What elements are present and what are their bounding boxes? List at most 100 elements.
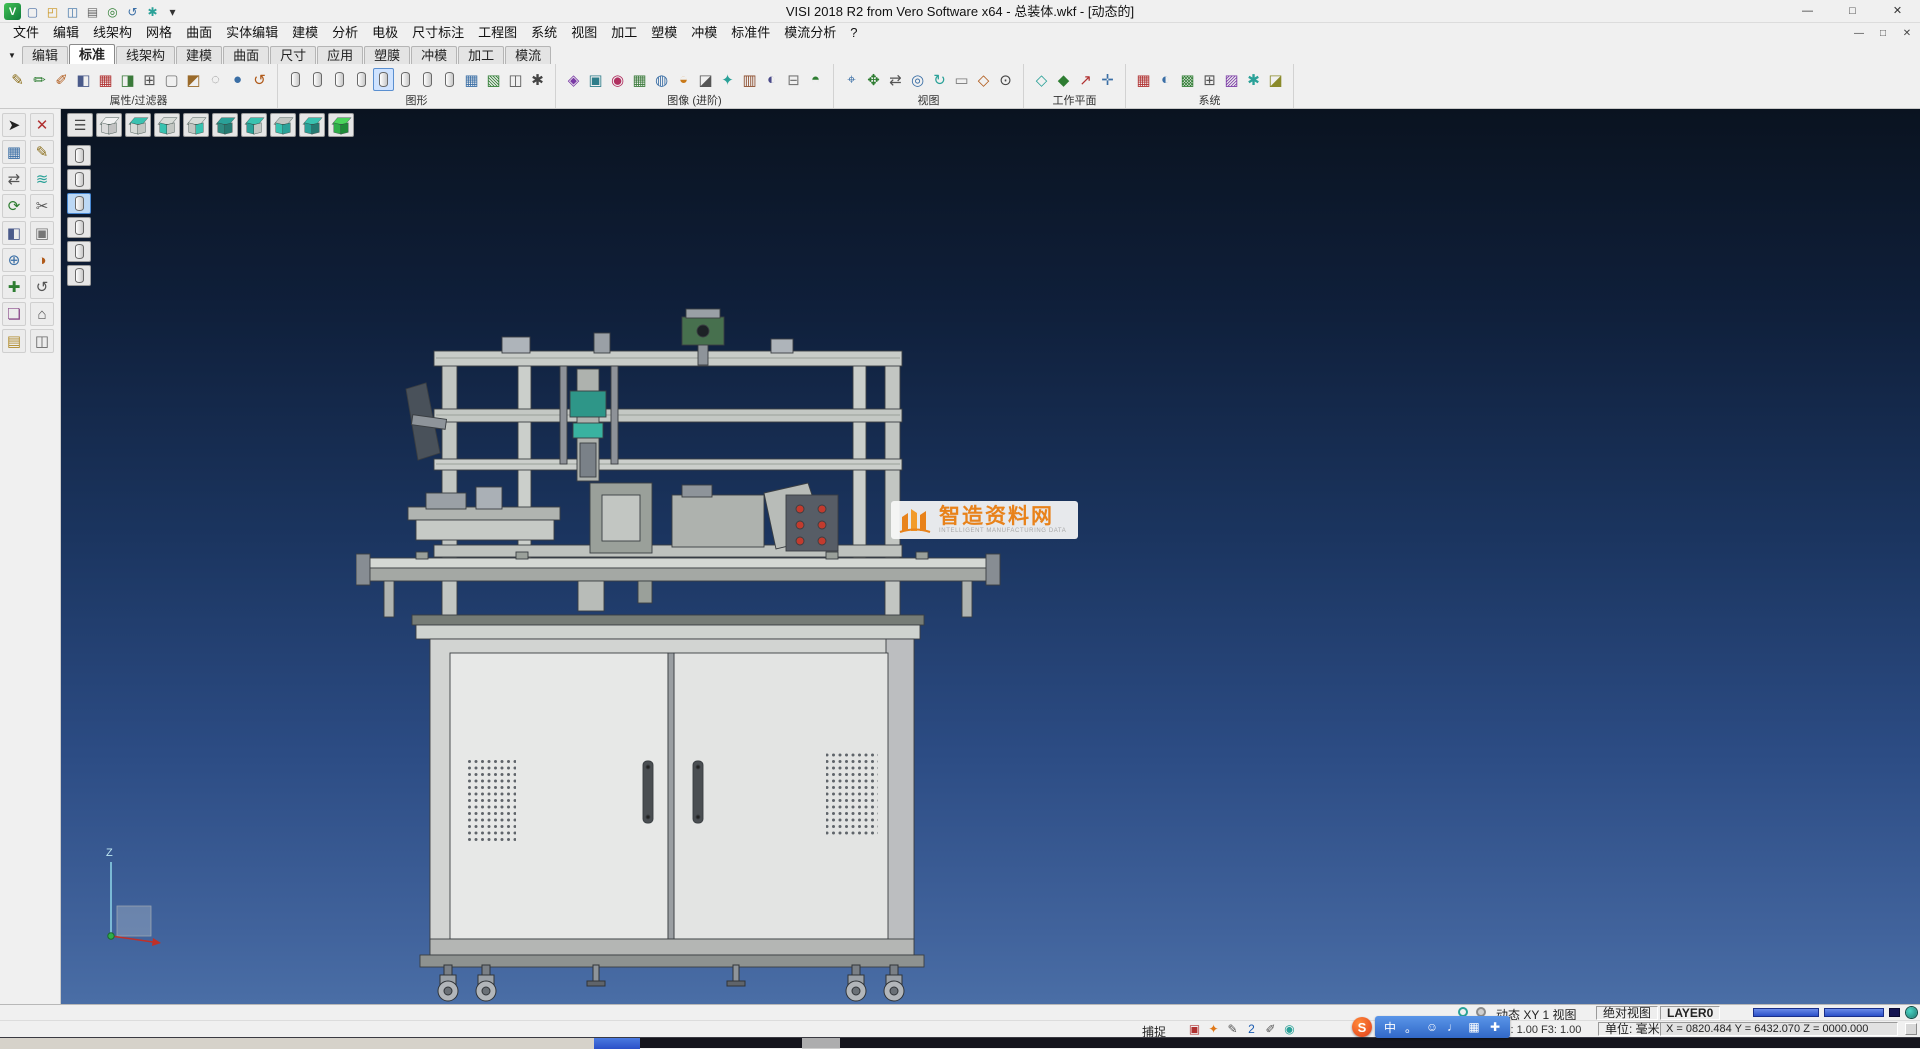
background-icon[interactable]: ◒: [673, 68, 694, 91]
display-transparent-icon[interactable]: [67, 241, 91, 262]
view-cube-back-icon[interactable]: [212, 113, 238, 137]
status-sync-icon[interactable]: [1906, 1007, 1917, 1018]
view-cube-left-icon[interactable]: [241, 113, 267, 137]
select-tool-icon[interactable]: ➤: [2, 113, 26, 137]
measure-tool-icon[interactable]: ◑: [30, 248, 54, 272]
status-pen-icon[interactable]: ✐: [1262, 1021, 1279, 1037]
minimize-button[interactable]: —: [1785, 0, 1830, 23]
redraw-icon[interactable]: ⊙: [995, 68, 1016, 91]
view-cube-shaded-icon[interactable]: [328, 113, 354, 137]
view-cube-front-icon[interactable]: [154, 113, 180, 137]
taskbar-app-fragment[interactable]: [594, 1038, 640, 1049]
zoom-previous-icon[interactable]: ◎: [907, 68, 928, 91]
select-all-icon[interactable]: ▢: [161, 68, 182, 91]
shaded-box-icon[interactable]: ▧: [483, 68, 504, 91]
tab-尺寸[interactable]: 尺寸: [270, 46, 316, 64]
wave-tool-icon[interactable]: ≋: [30, 167, 54, 191]
layer-color-bar-2[interactable]: [1824, 1008, 1884, 1017]
absolute-view-indicator[interactable]: 绝对视图: [1596, 1006, 1658, 1020]
layer-manager-icon[interactable]: ◧: [73, 68, 94, 91]
properties-tool-icon[interactable]: ◫: [30, 329, 54, 353]
advanced-render-icon[interactable]: ◈: [563, 68, 584, 91]
view-orientation-icon[interactable]: ◇: [973, 68, 994, 91]
ime-toolbox-icon[interactable]: ✚: [1486, 1016, 1504, 1038]
zoom-window-icon[interactable]: ▦: [2, 140, 26, 164]
menu-塑模[interactable]: 塑模: [644, 23, 684, 43]
tab-建模[interactable]: 建模: [176, 46, 222, 64]
units-indicator[interactable]: 单位: 毫米: [1598, 1022, 1667, 1036]
mirror-tool-icon[interactable]: ◧: [2, 221, 26, 245]
display-shaded-edges-icon[interactable]: [67, 217, 91, 238]
status-flame-icon[interactable]: ✦: [1205, 1021, 1222, 1037]
shade-mode-active-icon[interactable]: [373, 68, 394, 91]
menu-实体编辑[interactable]: 实体编辑: [219, 23, 285, 43]
hidden-line-box-icon[interactable]: ◫: [505, 68, 526, 91]
zoom-all-icon[interactable]: ⌖: [841, 68, 862, 91]
menu-系统[interactable]: 系统: [524, 23, 564, 43]
tab-应用[interactable]: 应用: [317, 46, 363, 64]
menu-编辑[interactable]: 编辑: [46, 23, 86, 43]
view-cube-top-icon[interactable]: [125, 113, 151, 137]
system-grid-icon[interactable]: ▦: [1133, 68, 1154, 91]
render-settings-icon[interactable]: ✱: [527, 68, 548, 91]
lighting-icon[interactable]: ▦: [629, 68, 650, 91]
shade-mode-1-icon[interactable]: [285, 68, 306, 91]
point-tool-icon[interactable]: ✚: [2, 275, 26, 299]
workplane-align-icon[interactable]: ◆: [1053, 68, 1074, 91]
system-options-icon[interactable]: ▨: [1221, 68, 1242, 91]
pan-view-icon[interactable]: ▭: [951, 68, 972, 91]
snapshot-icon[interactable]: ◓: [805, 68, 826, 91]
curvature-icon[interactable]: ◐: [761, 68, 782, 91]
menu-模流分析[interactable]: 模流分析: [777, 23, 843, 43]
undo-view-icon[interactable]: ↺: [30, 275, 54, 299]
offset-tool-icon[interactable]: ⊕: [2, 248, 26, 272]
rotate-view-icon[interactable]: ⟳: [2, 194, 26, 218]
ime-bar[interactable]: S 中。☺♩▦✚: [1352, 1015, 1510, 1039]
status-edit-icon[interactable]: ✎: [1224, 1021, 1241, 1037]
view-cube-white-icon[interactable]: [96, 113, 122, 137]
view-list-icon[interactable]: ☰: [67, 113, 93, 137]
display-shaded-icon[interactable]: [67, 193, 91, 214]
status-extra-button[interactable]: [1905, 1023, 1917, 1035]
delete-tool-icon[interactable]: ✕: [30, 113, 54, 137]
tab-冲模[interactable]: 冲模: [411, 46, 457, 64]
system-units-icon[interactable]: ◐: [1155, 68, 1176, 91]
ime-lang-icon[interactable]: 中: [1381, 1016, 1399, 1038]
viewport-3d[interactable]: ☰: [61, 109, 1920, 1004]
shade-mode-4-icon[interactable]: [351, 68, 372, 91]
highlight-icon[interactable]: ✦: [717, 68, 738, 91]
home-view-icon[interactable]: ⌂: [30, 302, 54, 326]
attribute-brush-icon[interactable]: ✐: [51, 68, 72, 91]
mdi-minimize-button[interactable]: —: [1852, 28, 1866, 39]
workplane-create-icon[interactable]: ◇: [1031, 68, 1052, 91]
color-filter-icon[interactable]: ▦: [95, 68, 116, 91]
edit-attributes-icon[interactable]: ✎: [7, 68, 28, 91]
section-view-icon[interactable]: ◪: [695, 68, 716, 91]
menu-工程图[interactable]: 工程图: [471, 23, 524, 43]
display-wireframe-icon[interactable]: [67, 145, 91, 166]
menu-电极[interactable]: 电极: [365, 23, 405, 43]
tab-标准[interactable]: 标准: [69, 44, 115, 64]
show-entities-icon[interactable]: ●: [227, 68, 248, 91]
system-layers-icon[interactable]: ▩: [1177, 68, 1198, 91]
ime-emoji-icon[interactable]: ☺: [1423, 1016, 1441, 1038]
workplane-normal-icon[interactable]: ↗: [1075, 68, 1096, 91]
display-hidden-line-icon[interactable]: [67, 169, 91, 190]
shade-mode-3-icon[interactable]: [329, 68, 350, 91]
menu-建模[interactable]: 建模: [285, 23, 325, 43]
copy-attributes-icon[interactable]: ✏: [29, 68, 50, 91]
mdi-restore-button[interactable]: □: [1876, 28, 1890, 39]
active-layer-indicator[interactable]: LAYER0: [1660, 1006, 1720, 1020]
menu-加工[interactable]: 加工: [604, 23, 644, 43]
layers-tool-icon[interactable]: ❏: [2, 302, 26, 326]
zoom-dynamic-icon[interactable]: ⇄: [885, 68, 906, 91]
menu-网格[interactable]: 网格: [139, 23, 179, 43]
layer-color-bar[interactable]: [1753, 1008, 1819, 1017]
menu-文件[interactable]: 文件: [6, 23, 46, 43]
maximize-button[interactable]: □: [1830, 0, 1875, 23]
ime-logo[interactable]: S: [1352, 1017, 1372, 1037]
tab-加工[interactable]: 加工: [458, 46, 504, 64]
menu-冲模[interactable]: 冲模: [684, 23, 724, 43]
info-tool-icon[interactable]: ▤: [2, 329, 26, 353]
view-cube-bottom-icon[interactable]: [270, 113, 296, 137]
